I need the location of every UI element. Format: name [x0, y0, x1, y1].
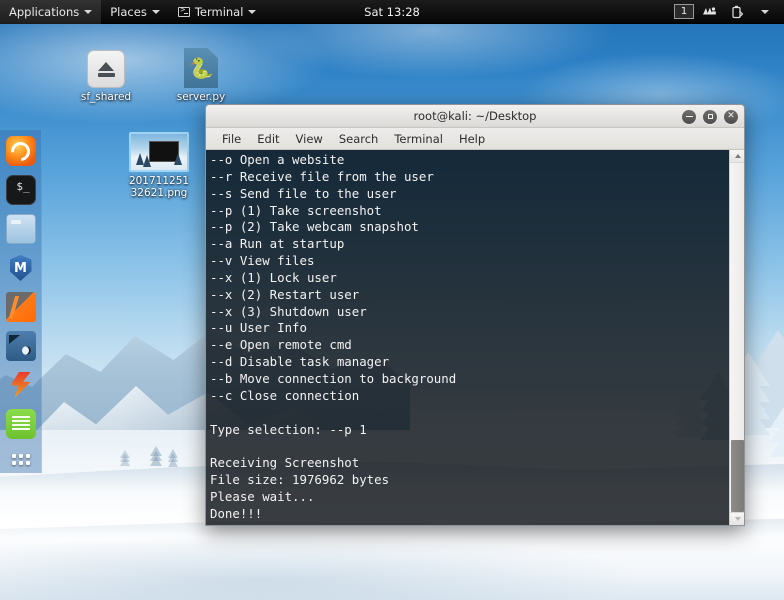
minimize-button[interactable]	[682, 109, 696, 124]
terminal-body[interactable]: --o Open a website --r Receive file from…	[206, 150, 744, 525]
dock-item-files[interactable]	[5, 214, 36, 244]
terminal-icon	[177, 5, 190, 17]
chevron-down-icon	[84, 9, 93, 14]
menu-item-terminal[interactable]: Terminal	[386, 130, 451, 148]
menu-places-label: Places	[110, 4, 147, 19]
close-button[interactable]: ✕	[724, 109, 738, 124]
desktop-icon-label: sf_shared	[80, 91, 132, 103]
scroll-down-icon[interactable]	[730, 512, 744, 525]
scroll-up-icon[interactable]	[730, 150, 744, 163]
chevron-down-icon	[248, 9, 257, 14]
tray-chevron-down-icon[interactable]	[752, 0, 778, 24]
show-applications-grid-icon[interactable]	[11, 454, 30, 465]
window-title: root@kali: ~/Desktop	[413, 109, 537, 123]
menu-item-help[interactable]: Help	[451, 130, 493, 148]
dock-item-wireshark[interactable]	[5, 331, 36, 361]
desktop-icon-server-py[interactable]: 🐍 server.py	[165, 48, 237, 103]
window-controls: ✕	[682, 105, 738, 128]
terminal-scrollbar[interactable]	[729, 150, 744, 525]
pine-tree	[150, 446, 162, 466]
pine-tree	[770, 398, 784, 457]
menu-places[interactable]: Places	[101, 0, 169, 24]
application-dock: $_ M	[0, 130, 42, 473]
menu-item-edit[interactable]: Edit	[249, 130, 287, 148]
armitage-bolt-icon	[10, 372, 31, 398]
window-menubar: File Edit View Search Terminal Help	[206, 128, 744, 150]
metasploit-shield-icon: M	[9, 255, 32, 281]
maximize-button[interactable]	[703, 109, 717, 124]
menu-item-file[interactable]: File	[214, 130, 249, 148]
desktop-icon-sf-shared[interactable]: sf_shared	[70, 50, 142, 103]
terminal-output-text: --o Open a website --r Receive file from…	[210, 152, 471, 525]
dock-item-burpsuite[interactable]	[5, 292, 36, 322]
python-file-icon: 🐍	[184, 48, 218, 88]
desktop-icon-label-line1: 201711251	[128, 175, 190, 187]
chevron-down-icon	[151, 9, 160, 14]
dock-item-armitage[interactable]	[6, 370, 36, 400]
pine-tree	[168, 449, 178, 467]
top-panel: Applications Places Terminal Sat 13:28 1	[0, 0, 784, 24]
battery-icon[interactable]	[724, 0, 750, 24]
panel-tray: 1	[674, 0, 784, 24]
terminal-window: root@kali: ~/Desktop ✕ File Edit View Se…	[205, 104, 745, 526]
desktop-icon-label-line2: 32621.png	[130, 187, 188, 199]
pine-tree	[120, 450, 130, 466]
menu-item-view[interactable]: View	[288, 130, 331, 148]
scrollbar-thumb[interactable]	[731, 440, 744, 512]
dock-item-notes[interactable]	[5, 409, 36, 439]
workspace-indicator[interactable]: 1	[674, 4, 694, 19]
desktop-icon-label: server.py	[176, 91, 226, 103]
window-titlebar[interactable]: root@kali: ~/Desktop ✕	[206, 105, 744, 128]
dock-item-firefox[interactable]	[5, 136, 36, 166]
terminal-output[interactable]: --o Open a website --r Receive file from…	[206, 150, 729, 525]
terminal-prompt-glyph: $_	[16, 180, 30, 193]
desktop-screen: Applications Places Terminal Sat 13:28 1	[0, 0, 784, 600]
image-thumbnail-icon	[129, 132, 189, 172]
taskbar-window-terminal[interactable]: Terminal	[169, 0, 266, 24]
menu-applications[interactable]: Applications	[0, 0, 102, 24]
drive-eject-icon	[87, 50, 125, 88]
taskbar-window-label: Terminal	[194, 4, 244, 19]
menu-item-search[interactable]: Search	[331, 130, 387, 148]
dock-item-metasploit[interactable]: M	[6, 253, 36, 283]
desktop-icon-screenshot-png[interactable]: 201711251 32621.png	[122, 132, 196, 199]
dock-item-terminal[interactable]: $_	[5, 175, 36, 205]
menu-applications-label: Applications	[9, 4, 80, 19]
media-icon[interactable]	[696, 0, 722, 24]
